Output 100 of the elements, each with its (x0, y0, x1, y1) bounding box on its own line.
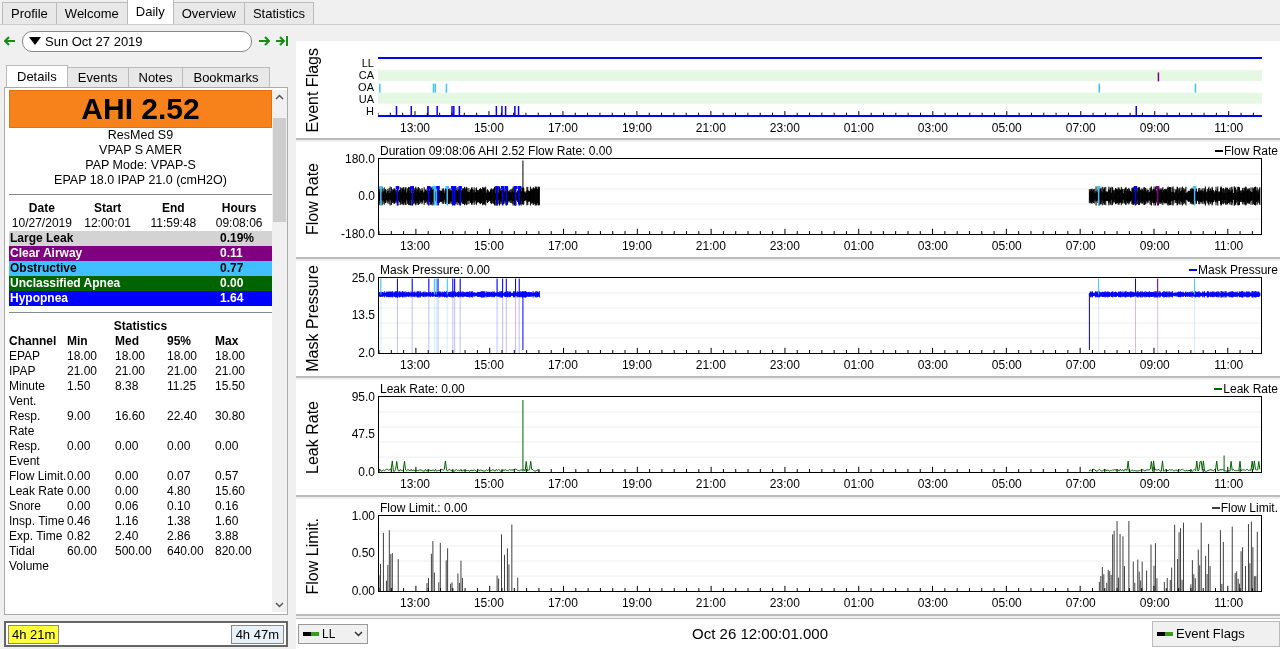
ahi-banner: AHI 2.52 (9, 90, 272, 128)
axis-label: 95.0 (351, 390, 375, 403)
table-cell-text: 0.82 (67, 529, 92, 544)
legend-label: Flow Limit. (1220, 500, 1278, 515)
axis-label: 2.0 (358, 346, 375, 359)
axis-label: 13:00 (399, 596, 430, 610)
axis-label: 07:00 (1065, 238, 1096, 253)
axis-label: 21:00 (695, 121, 726, 135)
event-label: Obstructive (10, 261, 77, 276)
legend-label: Mask Pressure (1197, 262, 1278, 277)
table-cell-text: Minute Vent. (9, 379, 47, 409)
tab[interactable]: Notes (127, 67, 184, 87)
scrollbar[interactable] (272, 90, 287, 612)
axis-label: 23:00 (769, 238, 800, 253)
date-dropdown[interactable]: Sun Oct 27 2019 (22, 30, 252, 52)
duration-button[interactable]: 4h 47m (230, 624, 284, 644)
section-title: Statistics (112, 319, 169, 334)
tab[interactable]: Details (6, 65, 68, 87)
axis-label: 07:00 (1065, 357, 1096, 372)
axis-label: 17:00 (547, 357, 578, 372)
table-cell-text: 0.00 (215, 439, 240, 455)
axis-label: 11:00 (1214, 476, 1244, 491)
axis-label: 25.0 (351, 271, 375, 284)
table-cell-text: 0.00 (115, 439, 140, 455)
axis-label: 05:00 (991, 238, 1022, 253)
table-cell-text: 0.00 (67, 469, 92, 484)
tab[interactable]: Bookmarks (182, 67, 270, 87)
axis-label: 23:00 (769, 476, 800, 491)
axis-label: 11:00 (1214, 357, 1244, 372)
scroll-up-icon[interactable] (275, 94, 284, 100)
axis-label: 0.0 (358, 190, 375, 203)
channel-label: LL (322, 627, 337, 641)
table-cell-text: 3.88 (215, 529, 240, 544)
axis-label: 0.50 (351, 547, 375, 560)
axis-label: 09:00 (1139, 238, 1170, 253)
axis-label: 13:00 (399, 238, 430, 253)
axis-label: 21:00 (695, 476, 726, 491)
table-cell-text: 18.00 (167, 349, 199, 364)
chart-axis-title: Mask Pressure (304, 264, 322, 372)
axis-label: 09:00 (1139, 476, 1170, 491)
axis-label: 07:00 (1065, 121, 1096, 135)
forward-arrow-icon[interactable] (258, 36, 270, 46)
axis-label: 01:00 (843, 238, 874, 253)
table-cell-text: 0.00 (115, 469, 140, 484)
table-cell-text: 4.80 (167, 484, 192, 499)
axis-label: 01:00 (843, 476, 874, 491)
chart-axis-title: Flow Limit. (304, 518, 322, 595)
table-cell-text: 18.00 (67, 349, 99, 364)
tab[interactable]: Welcome (55, 2, 128, 24)
axis-label: 11:00 (1214, 121, 1244, 135)
axis-label: 07:00 (1065, 476, 1096, 491)
axis-label: 21:00 (695, 357, 726, 372)
tab[interactable]: Profile (2, 2, 57, 24)
table-cell-text: 2.40 (115, 529, 140, 544)
line-swatch-icon (1157, 631, 1173, 637)
axis-label: 19:00 (621, 596, 652, 610)
axis-label: 03:00 (917, 357, 948, 372)
axis-label: 15:00 (473, 238, 504, 253)
axis-label: 19:00 (621, 121, 652, 135)
legend-label: Flow Rate (1223, 143, 1278, 158)
table-cell-text: IPAP (9, 364, 37, 379)
table-cell-text: 0.00 (67, 439, 92, 455)
chart-axis-title: Leak Rate (304, 400, 322, 474)
axis-label: 15:00 (473, 596, 504, 610)
chart-axis-title: Event Flags (304, 47, 322, 133)
axis-label: -180.0 (340, 227, 375, 240)
axis-label: 19:00 (621, 238, 652, 253)
column-header: Min (67, 334, 89, 349)
axis-label: 03:00 (917, 596, 948, 610)
tab[interactable]: Daily (126, 0, 174, 24)
table-cell-text: 21.00 (167, 364, 199, 379)
tab[interactable]: Events (66, 67, 129, 87)
table-cell-text: Leak Rate (9, 484, 65, 499)
table-cell: Flow Limit. (9, 469, 67, 484)
chart-title: Mask Pressure: 0.00 (380, 262, 491, 277)
tab[interactable]: Overview (172, 2, 245, 24)
table-cell-text: 820.00 (215, 544, 253, 560)
scroll-down-icon[interactable] (275, 602, 284, 608)
axis-label: 19:00 (621, 476, 652, 491)
tab[interactable]: Statistics (243, 2, 314, 24)
axis-label: 17:00 (547, 596, 578, 610)
axis-label: 13:00 (399, 121, 430, 135)
table-cell-text: 0.00 (115, 484, 140, 499)
table-cell-text: 10/27/2019 (10, 216, 73, 231)
table-cell-text: 16.60 (115, 409, 147, 425)
event-index: 0.11 (220, 246, 244, 261)
table-cell-text: 0.07 (167, 469, 192, 484)
chart-title: Leak Rate: 0.00 (380, 381, 465, 396)
back-arrow-icon[interactable] (4, 36, 16, 46)
layers-button[interactable]: Event Flags (1152, 621, 1280, 647)
table-cell-text: 30.80 (215, 409, 247, 425)
axis-label: 21:00 (695, 596, 726, 610)
table-cell-text: 500.00 (115, 544, 153, 560)
last-day-icon[interactable] (276, 36, 288, 46)
channel-dropdown[interactable]: LL (298, 624, 368, 644)
axis-label: 15:00 (473, 121, 504, 135)
scroll-thumb[interactable] (273, 118, 286, 222)
table-cell-text: 2.86 (167, 529, 192, 544)
axis-label: 03:00 (917, 238, 948, 253)
axis-label: 23:00 (769, 121, 800, 135)
